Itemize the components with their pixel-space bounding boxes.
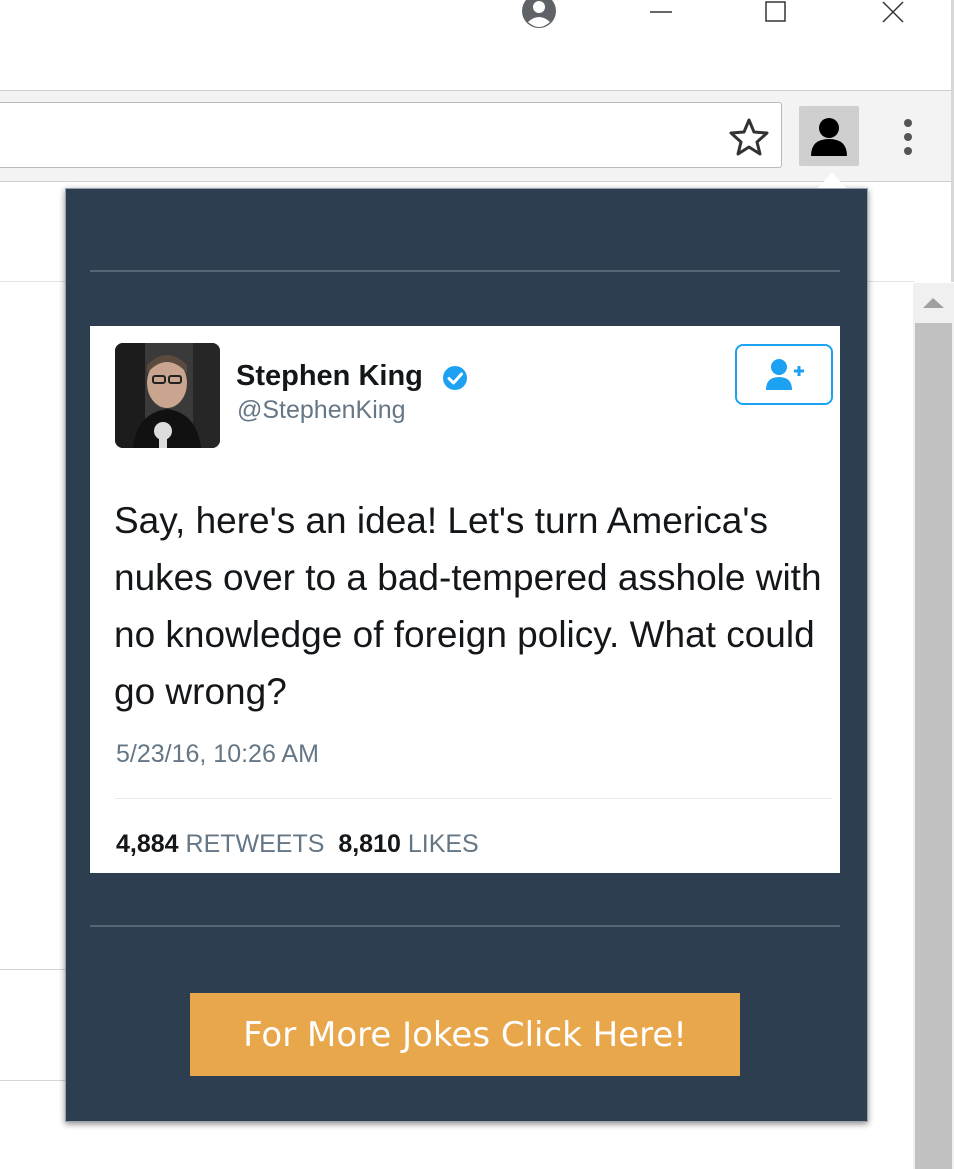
account-circle-icon[interactable]: [521, 0, 557, 30]
follow-button[interactable]: [735, 344, 833, 405]
more-jokes-button[interactable]: For More Jokes Click Here!: [190, 993, 740, 1076]
bookmark-star-icon[interactable]: [729, 117, 769, 157]
popup-divider-top: [90, 270, 840, 272]
verified-badge-icon: [443, 366, 467, 390]
kebab-menu-icon[interactable]: [896, 116, 920, 158]
page-panel: [0, 969, 70, 1081]
minimize-icon[interactable]: [648, 4, 674, 18]
scroll-up-button[interactable]: [913, 283, 954, 323]
tweet-stats: 4,884 RETWEETS 8,810 LIKES: [116, 830, 479, 859]
avatar[interactable]: [115, 343, 220, 448]
retweets-label: RETWEETS: [185, 830, 325, 858]
likes-label: LIKES: [407, 830, 479, 858]
title-bar: [0, 0, 951, 90]
avatar-image: [115, 343, 220, 448]
tweet-divider: [115, 798, 832, 799]
extension-button[interactable]: [799, 106, 859, 166]
popup-divider-bottom: [90, 925, 840, 927]
scrollbar-thumb[interactable]: [915, 323, 952, 1169]
popup-pointer: [818, 172, 846, 188]
tweet-author-handle[interactable]: @StephenKing: [237, 396, 406, 425]
scroll-up-arrow-icon: [923, 298, 944, 308]
likes-count: 8,810: [338, 830, 401, 858]
user-silhouette-icon: [811, 118, 847, 156]
tweet-text: Say, here's an idea! Let's turn America'…: [114, 500, 822, 712]
address-bar[interactable]: [0, 102, 782, 168]
close-icon[interactable]: [881, 0, 905, 24]
maximize-icon[interactable]: [764, 0, 788, 24]
tweet-timestamp[interactable]: 5/23/16, 10:26 AM: [116, 740, 319, 769]
follow-user-icon: [766, 359, 804, 390]
tweet-author-name[interactable]: Stephen King: [236, 360, 423, 393]
retweets-count: 4,884: [116, 830, 179, 858]
